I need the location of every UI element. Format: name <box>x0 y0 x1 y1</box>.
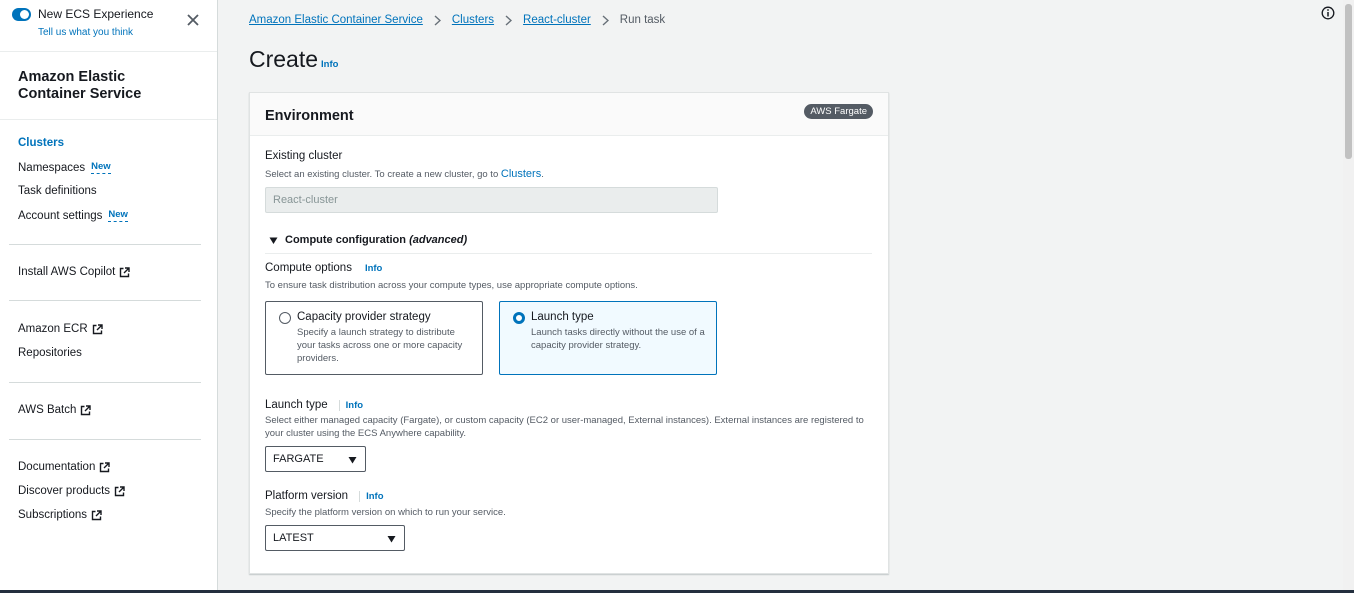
nav-divider <box>9 244 201 245</box>
breadcrumb-current: Run task <box>619 14 666 26</box>
new-experience-toggle[interactable] <box>12 7 31 21</box>
launch-type-radio[interactable] <box>513 312 525 324</box>
platform-version-label-row: Platform version Info <box>265 490 384 502</box>
sidebar-item-install-copilot[interactable]: Install AWS Copilot <box>18 266 131 278</box>
sidebar-item-documentation[interactable]: Documentation <box>18 461 111 473</box>
feedback-link[interactable]: Tell us what you think <box>38 27 133 38</box>
tile-title: Capacity provider strategy <box>297 311 431 323</box>
existing-cluster-label: Existing cluster <box>265 150 343 162</box>
clusters-link[interactable]: Clusters <box>501 168 541 180</box>
tile-title: Launch type <box>531 311 594 323</box>
panel-header: Environment AWS Fargate <box>250 93 888 136</box>
sidebar-item-aws-batch[interactable]: AWS Batch <box>18 404 92 416</box>
launch-type-label: Launch type <box>265 399 328 411</box>
tile-desc: Specify a launch strategy to distribute … <box>297 327 463 364</box>
nav-divider <box>9 382 201 383</box>
expander-divider <box>265 253 872 254</box>
capacity-provider-radio[interactable] <box>279 312 291 324</box>
external-link-icon <box>120 266 131 277</box>
environment-panel: Environment AWS Fargate Existing cluster… <box>249 92 889 574</box>
panel-title: Environment <box>265 108 354 124</box>
external-link-icon <box>81 404 92 415</box>
nav-divider <box>9 300 201 301</box>
sidebar-item-label: AWS Batch <box>18 404 77 416</box>
chevron-right-icon <box>434 14 441 26</box>
compute-options-desc: To ensure task distribution across your … <box>265 280 638 291</box>
caret-down-icon <box>269 237 278 244</box>
platform-version-select[interactable]: LATEST <box>265 525 405 551</box>
tile-desc: Launch tasks directly without the use of… <box>531 327 705 351</box>
breadcrumb-ecs[interactable]: Amazon Elastic Container Service <box>249 14 423 26</box>
sidebar-item-clusters[interactable]: Clusters <box>18 137 64 149</box>
external-link-icon <box>91 509 102 520</box>
fargate-badge: AWS Fargate <box>804 104 873 119</box>
existing-cluster-desc: Select an existing cluster. To create a … <box>265 168 544 180</box>
compute-config-expander[interactable]: Compute configuration (advanced) <box>269 234 467 246</box>
sidebar-item-label: Documentation <box>18 461 96 473</box>
sidebar-item-discover-products[interactable]: Discover products <box>18 485 125 497</box>
sidebar-item-task-definitions[interactable]: Task definitions <box>18 185 97 197</box>
compute-options-label-row: Compute options Info <box>265 262 382 274</box>
breadcrumb-react-cluster[interactable]: React-cluster <box>523 14 591 26</box>
sidebar-item-subscriptions[interactable]: Subscriptions <box>18 509 102 521</box>
new-experience-toggle-row[interactable]: New ECS Experience <box>12 7 153 21</box>
launch-type-tile[interactable]: Launch type Launch tasks directly withou… <box>499 301 717 375</box>
sidebar-title: Amazon Elastic Container Service <box>18 69 142 102</box>
external-link-icon <box>92 323 103 334</box>
sidebar-divider <box>0 119 217 120</box>
page-title: Create <box>249 46 319 72</box>
sidebar-item-label: Discover products <box>18 485 111 497</box>
new-badge[interactable]: New <box>108 209 128 222</box>
external-link-icon <box>100 461 111 472</box>
compute-config-suffix: (advanced) <box>409 234 468 246</box>
caret-down-icon <box>387 536 396 543</box>
sidebar-item-label: Account settings <box>18 209 103 222</box>
launch-type-value: FARGATE <box>273 453 324 465</box>
capacity-provider-tile[interactable]: Capacity provider strategy Specify a lau… <box>265 301 483 375</box>
compute-options-label: Compute options <box>265 262 352 274</box>
sidebar-item-label: Subscriptions <box>18 509 88 521</box>
launch-type-info-link[interactable]: Info <box>338 399 363 411</box>
scrollbar[interactable] <box>1343 0 1354 590</box>
platform-version-info-link[interactable]: Info <box>359 490 384 502</box>
sidebar-item-account-settings[interactable]: Account settings New <box>18 209 128 222</box>
launch-type-label-row: Launch type Info <box>265 399 363 411</box>
chevron-right-icon <box>602 14 609 26</box>
compute-options-info-link[interactable]: Info <box>365 263 382 274</box>
existing-cluster-input: React-cluster <box>265 187 718 213</box>
close-icon[interactable] <box>186 13 200 27</box>
sidebar: New ECS Experience Tell us what you thin… <box>0 0 218 590</box>
new-badge[interactable]: New <box>91 161 111 174</box>
sidebar-divider <box>0 51 217 52</box>
sidebar-item-amazon-ecr[interactable]: Amazon ECR <box>18 323 103 335</box>
sidebar-item-label: Namespaces <box>18 161 86 174</box>
chevron-right-icon <box>505 14 513 26</box>
nav-divider <box>9 439 201 440</box>
launch-type-select[interactable]: FARGATE <box>265 446 366 472</box>
sidebar-item-repositories[interactable]: Repositories <box>18 347 82 359</box>
launch-type-desc: Select either managed capacity (Fargate)… <box>265 415 864 439</box>
sidebar-item-label: Task definitions <box>18 185 97 197</box>
title-info-link[interactable]: Info <box>321 59 338 70</box>
sidebar-item-namespaces[interactable]: Namespaces New <box>18 161 111 174</box>
sidebar-item-label: Repositories <box>18 347 82 359</box>
compute-config-label: Compute configuration <box>285 234 406 246</box>
breadcrumb: Amazon Elastic Container Service Cluster… <box>249 14 665 26</box>
caret-down-icon <box>348 457 357 464</box>
breadcrumb-clusters[interactable]: Clusters <box>452 14 494 26</box>
info-circle-icon[interactable] <box>1321 6 1335 20</box>
scrollbar-thumb[interactable] <box>1345 4 1352 159</box>
sidebar-item-label: Amazon ECR <box>18 323 88 335</box>
platform-version-value: LATEST <box>273 532 314 544</box>
sidebar-item-label: Clusters <box>18 137 65 149</box>
sidebar-item-label: Install AWS Copilot <box>18 266 116 278</box>
platform-version-label: Platform version <box>265 490 349 502</box>
external-link-icon <box>114 485 125 496</box>
new-experience-label: New ECS Experience <box>38 7 154 21</box>
platform-version-desc: Specify the platform version on which to… <box>265 507 506 518</box>
